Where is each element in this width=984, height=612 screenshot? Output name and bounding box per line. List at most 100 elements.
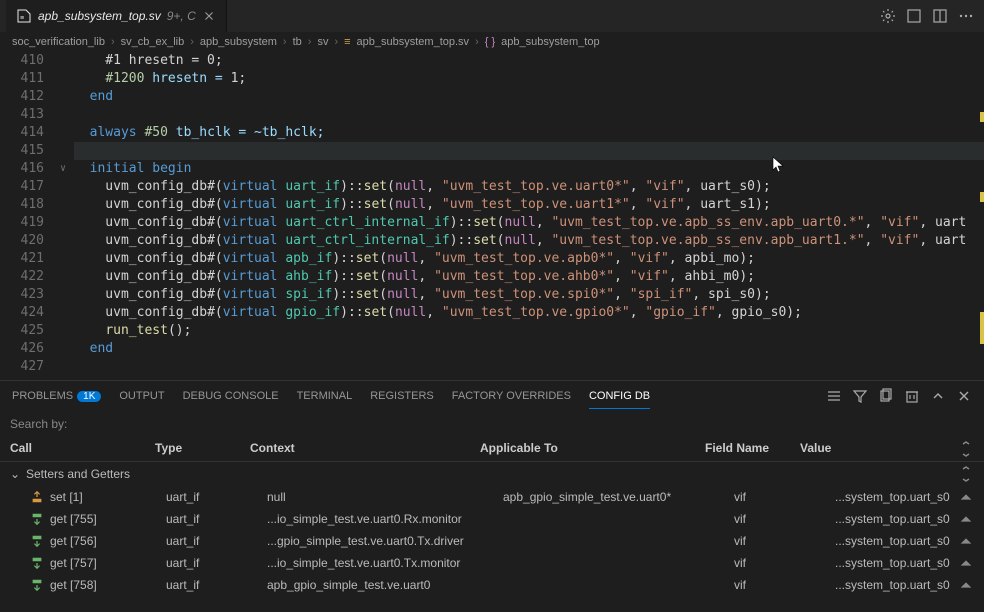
code-line[interactable]: uvm_config_db#(virtual uart_ctrl_interna… — [74, 214, 984, 232]
chevron-right-icon: › — [283, 36, 287, 48]
code-line[interactable] — [74, 358, 984, 376]
fold-marker[interactable] — [60, 340, 74, 358]
fold-marker[interactable] — [60, 358, 74, 376]
close-icon[interactable] — [202, 9, 216, 23]
column-header[interactable]: Call — [10, 441, 155, 457]
code-line[interactable]: end — [74, 88, 984, 106]
sort-icon[interactable] — [958, 466, 974, 482]
fold-marker[interactable] — [60, 178, 74, 196]
copy-icon[interactable] — [878, 388, 894, 404]
fold-marker[interactable] — [60, 268, 74, 286]
code-line[interactable]: run_test(); — [74, 322, 984, 340]
scroll-indicator-icon — [958, 511, 974, 527]
code-area[interactable]: #1 hresetn = 0; #1200 hresetn = 1; end a… — [74, 52, 984, 380]
fold-marker[interactable] — [60, 124, 74, 142]
fold-marker[interactable]: ∨ — [60, 160, 74, 178]
gear-icon[interactable] — [880, 8, 896, 24]
column-header[interactable]: Field Name — [705, 441, 800, 457]
close-panel-icon[interactable] — [956, 388, 972, 404]
table-header: CallTypeContextApplicable ToField NameVa… — [0, 437, 984, 462]
code-line[interactable]: uvm_config_db#(virtual spi_if)::set(null… — [74, 286, 984, 304]
code-line[interactable] — [74, 142, 984, 160]
editor-tab[interactable]: ≡ apb_subsystem_top.sv 9+, C — [6, 0, 227, 32]
minimap[interactable] — [976, 52, 984, 380]
fold-marker[interactable] — [60, 304, 74, 322]
fold-marker[interactable] — [60, 88, 74, 106]
fold-marker[interactable] — [60, 232, 74, 250]
fold-marker[interactable] — [60, 196, 74, 214]
config-db-row[interactable]: set [1]uart_ifnullapb_gpio_simple_test.v… — [0, 486, 984, 508]
split-right-icon[interactable] — [906, 8, 922, 24]
line-numbers: 4104114124134144154164174184194204214224… — [0, 52, 60, 380]
section-setters-getters[interactable]: ⌄ Setters and Getters — [0, 462, 984, 486]
cell: apb_gpio_simple_test.ve.uart0* — [503, 490, 728, 504]
cell: uart_if — [166, 578, 261, 592]
filter-icon[interactable] — [852, 388, 868, 404]
column-header[interactable]: Context — [250, 441, 480, 457]
fold-marker[interactable] — [60, 250, 74, 268]
scroll-indicator-icon — [958, 533, 974, 549]
code-line[interactable]: #1200 hresetn = 1; — [74, 70, 984, 88]
code-line[interactable]: uvm_config_db#(virtual uart_if)::set(nul… — [74, 196, 984, 214]
column-header[interactable]: Type — [155, 441, 250, 457]
code-line[interactable]: uvm_config_db#(virtual ahb_if)::set(null… — [74, 268, 984, 286]
line-number: 425 — [0, 322, 44, 340]
cell: get [758] — [50, 578, 160, 592]
code-line[interactable]: initial begin — [74, 160, 984, 178]
breadcrumb-symbol[interactable]: apb_subsystem_top — [501, 36, 599, 48]
code-line[interactable]: uvm_config_db#(virtual apb_if)::set(null… — [74, 250, 984, 268]
chevron-up-icon[interactable] — [930, 388, 946, 404]
code-line[interactable]: end — [74, 340, 984, 358]
breadcrumb-file[interactable]: apb_subsystem_top.sv — [357, 36, 470, 48]
fold-marker[interactable] — [60, 286, 74, 304]
line-number: 423 — [0, 286, 44, 304]
breadcrumb-segment[interactable]: apb_subsystem — [200, 36, 277, 48]
panel-tab-factory-overrides[interactable]: FACTORY OVERRIDES — [452, 384, 571, 408]
scroll-indicator-icon — [958, 489, 974, 505]
line-number: 418 — [0, 196, 44, 214]
sort-icon[interactable] — [958, 441, 974, 457]
fold-marker[interactable] — [60, 214, 74, 232]
fold-marker[interactable] — [60, 70, 74, 88]
panel-tab-debug-console[interactable]: DEBUG CONSOLE — [183, 384, 279, 408]
split-editor-icon[interactable] — [932, 8, 948, 24]
fold-marker[interactable] — [60, 142, 74, 160]
code-line[interactable]: uvm_config_db#(virtual uart_if)::set(nul… — [74, 178, 984, 196]
code-line[interactable]: #1 hresetn = 0; — [74, 52, 984, 70]
breadcrumb-segment[interactable]: sv — [317, 36, 328, 48]
breadcrumb-segment[interactable]: tb — [293, 36, 302, 48]
code-line[interactable]: always #50 tb_hclk = ~tb_hclk; — [74, 124, 984, 142]
code-line[interactable]: uvm_config_db#(virtual uart_ctrl_interna… — [74, 232, 984, 250]
fold-marker[interactable] — [60, 322, 74, 340]
column-header[interactable]: Applicable To — [480, 441, 705, 457]
column-header[interactable]: Value — [800, 441, 958, 457]
list-icon[interactable] — [826, 388, 842, 404]
code-line[interactable]: uvm_config_db#(virtual gpio_if)::set(nul… — [74, 304, 984, 322]
breadcrumb-segment[interactable]: soc_verification_lib — [12, 36, 105, 48]
config-db-row[interactable]: get [757]uart_if...io_simple_test.ve.uar… — [0, 552, 984, 574]
clear-icon[interactable] — [904, 388, 920, 404]
line-number: 417 — [0, 178, 44, 196]
panel-tab-config-db[interactable]: CONFIG DB — [589, 384, 650, 409]
panel-tab-output[interactable]: OUTPUT — [119, 384, 164, 408]
tab-filename: apb_subsystem_top.sv — [38, 9, 161, 23]
search-row[interactable]: Search by: — [0, 411, 984, 437]
panel-tab-registers[interactable]: REGISTERS — [370, 384, 434, 408]
cell: uart_if — [166, 556, 261, 570]
breadcrumb[interactable]: soc_verification_lib›sv_cb_ex_lib›apb_su… — [0, 32, 984, 52]
panel-tab-problems[interactable]: PROBLEMS1K — [12, 384, 101, 408]
line-number: 424 — [0, 304, 44, 322]
panel-tab-terminal[interactable]: TERMINAL — [297, 384, 353, 408]
editor[interactable]: 4104114124134144154164174184194204214224… — [0, 52, 984, 380]
fold-marker[interactable] — [60, 52, 74, 70]
fold-marker[interactable] — [60, 106, 74, 124]
config-db-row[interactable]: get [758]uart_ifapb_gpio_simple_test.ve.… — [0, 574, 984, 596]
config-db-row[interactable]: get [756]uart_if...gpio_simple_test.ve.u… — [0, 530, 984, 552]
code-line[interactable] — [74, 106, 984, 124]
breadcrumb-segment[interactable]: sv_cb_ex_lib — [121, 36, 185, 48]
cell: uart_if — [166, 512, 261, 526]
fold-column[interactable]: ∨ — [60, 52, 74, 380]
config-db-row[interactable]: get [755]uart_if...io_simple_test.ve.uar… — [0, 508, 984, 530]
cell: ...io_simple_test.ve.uart0.Tx.monitor — [267, 556, 497, 570]
more-icon[interactable] — [958, 8, 974, 24]
